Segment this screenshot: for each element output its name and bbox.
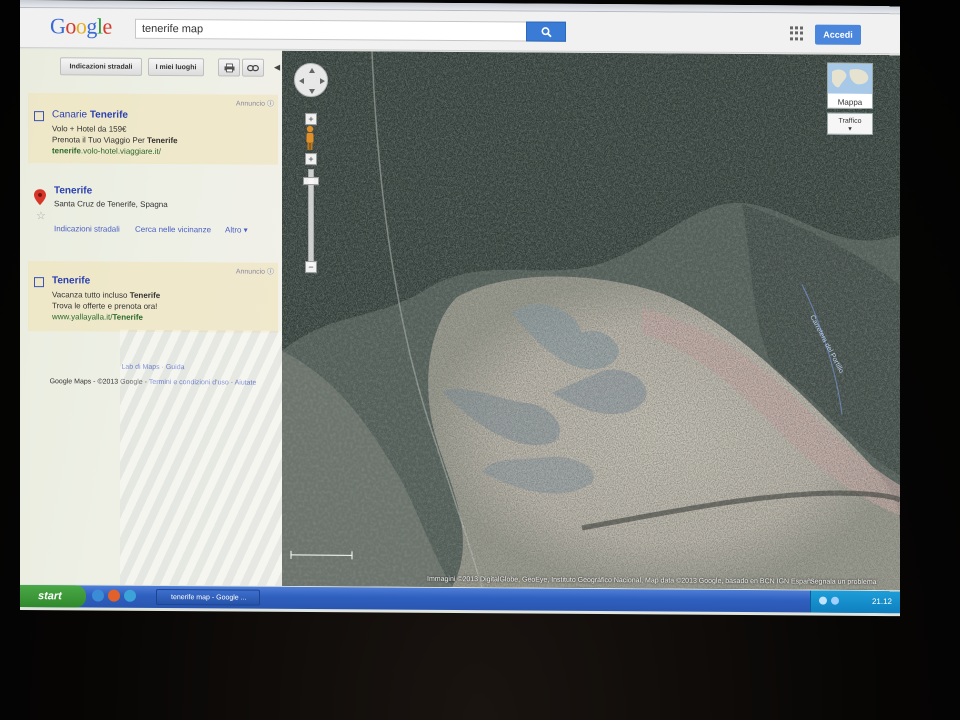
google-logo[interactable]: Google — [50, 13, 112, 39]
help-link-2[interactable]: Aiutate — [235, 379, 257, 386]
ad-block-2: Annuncio ⓘ Tenerife Vacanza tutto inclus… — [28, 261, 278, 333]
ad-block-1: Annuncio ⓘ Canarie Tenerife Volo + Hotel… — [28, 93, 278, 165]
pan-control[interactable] — [294, 62, 328, 98]
star-icon[interactable]: ☆ — [36, 209, 46, 222]
zoom-slider-handle[interactable] — [303, 176, 319, 186]
clock: 21.12 — [871, 596, 892, 607]
place-result[interactable]: ☆ Tenerife Santa Cruz de Tenerife, Spagn… — [28, 171, 278, 253]
map-pin-icon — [34, 189, 46, 206]
monitor-frame: Google tenerife map Accedi Indicazioni s… — [0, 0, 960, 720]
tray-icon[interactable] — [819, 596, 827, 605]
media-icon[interactable] — [124, 589, 136, 602]
ad-label: Annuncio ⓘ — [235, 100, 274, 108]
screen: Google tenerife map Accedi Indicazioni s… — [20, 0, 900, 617]
satellite-imagery[interactable]: Carretera del Portillo — [282, 50, 900, 591]
directions-button[interactable]: Indicazioni stradali — [60, 57, 142, 76]
tray-icon[interactable] — [831, 596, 839, 605]
ad-text-line: Volo + Hotel da 159€ — [52, 124, 127, 134]
terms-link[interactable]: Termini e condizioni d'uso — [149, 379, 229, 387]
ad-label: Annuncio ⓘ — [235, 268, 274, 276]
collapse-panel-icon[interactable]: ◀ — [274, 63, 280, 72]
sidebar-panel: Indicazioni stradali I miei luoghi ◀ Ann… — [20, 49, 282, 586]
search-input[interactable]: tenerife map — [135, 18, 527, 42]
print-button[interactable] — [218, 58, 240, 77]
ad-url[interactable]: www.yallayalla.it/Tenerife — [52, 312, 143, 322]
system-tray: 21.12 — [810, 590, 900, 614]
zoom-in-button[interactable]: + — [305, 112, 317, 126]
search-button[interactable] — [526, 21, 566, 42]
place-title-link[interactable]: Tenerife — [54, 185, 92, 196]
sidebar-footer: Lab di Maps · Guida Google Maps - ©2013 … — [49, 363, 257, 387]
map-thumbnail-icon — [828, 63, 872, 94]
ad-text-line: Prenota il Tuo Viaggio Per Tenerife — [52, 135, 178, 146]
report-problem-link[interactable]: Segnala un problema — [810, 579, 877, 586]
printer-icon — [224, 63, 234, 72]
ad-external-icon — [34, 111, 44, 122]
lab-link[interactable]: Lab di Maps — [121, 364, 159, 371]
zoom-plus-button[interactable]: + — [305, 152, 317, 166]
quick-launch — [92, 589, 136, 602]
ad-title-link[interactable]: Tenerife — [52, 275, 90, 286]
map-type-toggle[interactable]: Mappa — [827, 62, 873, 109]
ad-url[interactable]: tenerife.volo-hotel.viaggiare.it/ — [52, 146, 161, 156]
google-header: Google tenerife map Accedi — [20, 8, 900, 55]
link-button[interactable] — [242, 58, 264, 77]
help-link[interactable]: Guida — [166, 364, 185, 371]
zoom-out-button[interactable]: − — [305, 260, 317, 274]
scale-bar — [290, 550, 353, 560]
ad-external-icon — [34, 277, 44, 288]
place-address: Santa Cruz de Tenerife, Spagna — [54, 199, 168, 210]
pan-arrows-icon — [299, 68, 325, 95]
pegman-icon[interactable] — [304, 125, 316, 151]
ad-text-line: Trova le offerte e prenota ora! — [52, 301, 158, 311]
directions-link[interactable]: Indicazioni stradali — [54, 224, 120, 233]
search-icon — [540, 26, 552, 37]
firefox-icon[interactable] — [108, 589, 120, 602]
copyright-text: Google Maps - ©2013 Google - — [49, 378, 147, 386]
chevron-down-icon: ▾ — [848, 125, 852, 133]
ie-icon[interactable] — [92, 589, 104, 602]
start-button[interactable]: start — [20, 585, 86, 608]
ad-text-line: Vacanza tutto incluso Tenerife — [52, 290, 161, 300]
map-type-label: Mappa — [828, 96, 872, 108]
ad-title-link[interactable]: Canarie Tenerife — [52, 109, 128, 121]
satellite-map[interactable]: Carretera del Portillo + + − Mappa Traff… — [282, 50, 900, 591]
apps-grid-icon[interactable] — [790, 26, 804, 41]
more-link[interactable]: Altro ▾ — [225, 225, 248, 234]
traffic-button[interactable]: Traffico ▾ — [827, 112, 873, 135]
taskbar-item-browser[interactable]: tenerife map - Google ... — [156, 588, 260, 606]
link-icon — [247, 64, 259, 71]
search-nearby-link[interactable]: Cerca nelle vicinanze — [135, 225, 211, 235]
signin-button[interactable]: Accedi — [815, 24, 861, 45]
my-places-button[interactable]: I miei luoghi — [148, 57, 204, 77]
